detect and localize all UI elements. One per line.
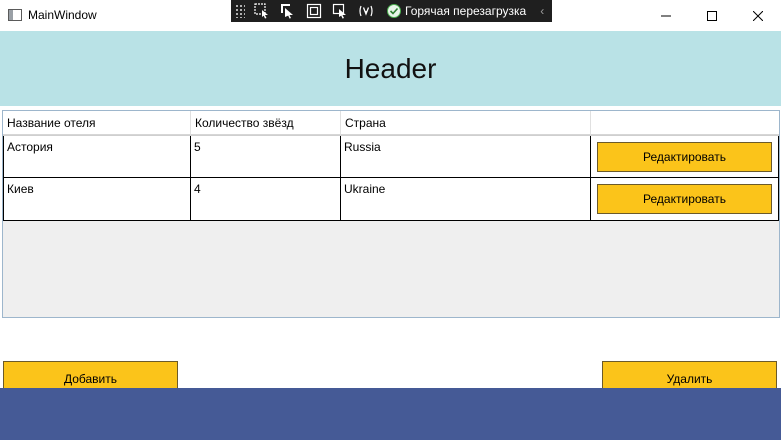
window-title: MainWindow bbox=[28, 8, 97, 22]
header-band: Header bbox=[0, 31, 781, 106]
window-controls bbox=[643, 0, 781, 31]
debug-toolbar: Горячая перезагрузка ‹ bbox=[231, 0, 552, 22]
select-element-icon[interactable] bbox=[253, 3, 271, 19]
hot-reload-label: Горячая перезагрузка bbox=[405, 4, 527, 18]
add-button[interactable]: Добавить bbox=[3, 361, 178, 388]
cell-hotel-name[interactable]: Киев bbox=[3, 178, 191, 220]
table-row[interactable]: Астория 5 Russia Редактировать bbox=[3, 135, 779, 178]
page-title: Header bbox=[344, 52, 437, 84]
toolbar-grip-icon[interactable] bbox=[235, 4, 245, 18]
cell-actions: Редактировать bbox=[591, 136, 779, 178]
minimize-button[interactable] bbox=[643, 0, 689, 31]
column-header-stars[interactable]: Количество звёзд bbox=[191, 111, 341, 135]
column-header-hotel-name[interactable]: Название отеля bbox=[3, 111, 191, 135]
pointer-icon[interactable] bbox=[279, 3, 297, 19]
column-header-actions[interactable] bbox=[591, 111, 779, 135]
hot-reload-status[interactable]: Горячая перезагрузка bbox=[387, 4, 526, 18]
main-window: MainWindow Горячая перезагрузка ‹ Header… bbox=[0, 0, 781, 440]
cell-actions: Редактировать bbox=[591, 178, 779, 220]
display-layout-icon[interactable] bbox=[305, 3, 323, 19]
table-row[interactable]: Киев 4 Ukraine Редактировать bbox=[3, 178, 779, 221]
close-icon bbox=[753, 10, 763, 21]
cell-hotel-name[interactable]: Астория bbox=[3, 136, 191, 178]
cell-stars[interactable]: 4 bbox=[191, 178, 341, 220]
footer-band bbox=[0, 388, 781, 440]
close-button[interactable] bbox=[735, 0, 781, 31]
cell-country[interactable]: Ukraine bbox=[341, 178, 591, 220]
grid-header-row: Название отеля Количество звёзд Страна bbox=[3, 111, 779, 135]
cell-stars[interactable]: 5 bbox=[191, 136, 341, 178]
minimize-icon bbox=[661, 15, 671, 16]
binding-failures-icon[interactable] bbox=[357, 3, 375, 19]
app-window-icon bbox=[8, 9, 22, 21]
maximize-button[interactable] bbox=[689, 0, 735, 31]
collapse-chevron-icon[interactable]: ‹ bbox=[540, 4, 544, 18]
hot-reload-check-icon bbox=[387, 4, 401, 18]
track-focus-icon[interactable] bbox=[331, 3, 349, 19]
cell-country[interactable]: Russia bbox=[341, 136, 591, 178]
edit-button[interactable]: Редактировать bbox=[597, 142, 772, 172]
column-header-country[interactable]: Страна bbox=[341, 111, 591, 135]
maximize-icon bbox=[707, 10, 717, 21]
edit-button[interactable]: Редактировать bbox=[597, 184, 772, 214]
delete-button[interactable]: Удалить bbox=[602, 361, 777, 388]
hotels-data-grid[interactable]: Название отеля Количество звёзд Страна А… bbox=[2, 110, 780, 318]
